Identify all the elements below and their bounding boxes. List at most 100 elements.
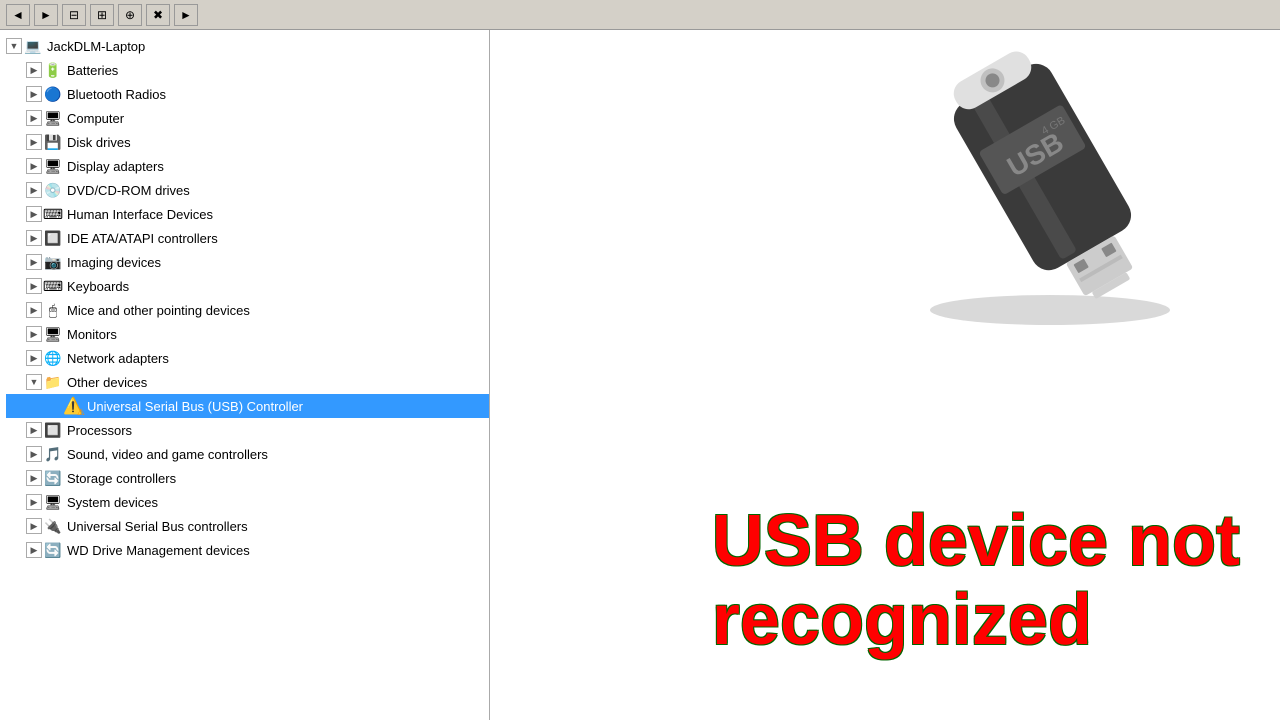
tree-item-network[interactable]: ▶ 🌐 Network adapters <box>6 346 489 370</box>
tree-item-dvd[interactable]: ▶ 💿 DVD/CD-ROM drives <box>6 178 489 202</box>
usb-no-expand <box>46 398 62 414</box>
expand-button[interactable]: ⊞ <box>90 4 114 26</box>
tree-item-processors[interactable]: ▶ 🔲 Processors <box>6 418 489 442</box>
keyboards-label: Keyboards <box>67 279 129 294</box>
dvd-icon: 💿 <box>43 180 63 200</box>
ide-label: IDE ATA/ATAPI controllers <box>67 231 218 246</box>
other-icon: 📁 <box>43 372 63 392</box>
dvd-expand[interactable]: ▶ <box>26 182 42 198</box>
tree-item-batteries[interactable]: ▶ 🔋 Batteries <box>6 58 489 82</box>
system-expand[interactable]: ▶ <box>26 494 42 510</box>
tree-item-ide[interactable]: ▶ 🔲 IDE ATA/ATAPI controllers <box>6 226 489 250</box>
bluetooth-icon: 🔵 <box>43 84 63 104</box>
mice-icon: 🖱 <box>43 300 63 320</box>
hid-icon: ⌨ <box>43 204 63 224</box>
tree-item-mice[interactable]: ▶ 🖱 Mice and other pointing devices <box>6 298 489 322</box>
monitors-expand[interactable]: ▶ <box>26 326 42 342</box>
imaging-label: Imaging devices <box>67 255 161 270</box>
network-expand[interactable]: ▶ <box>26 350 42 366</box>
sound-icon: 🎵 <box>43 444 63 464</box>
computer-icon2: 🖥 <box>43 108 63 128</box>
processors-label: Processors <box>67 423 132 438</box>
hid-expand[interactable]: ▶ <box>26 206 42 222</box>
tree-root-item[interactable]: ▼ 💻 JackDLM-Laptop <box>6 34 489 58</box>
usb-expand[interactable]: ▶ <box>26 518 42 534</box>
displayadapters-expand[interactable]: ▶ <box>26 158 42 174</box>
sound-expand[interactable]: ▶ <box>26 446 42 462</box>
main-content: ▼ 💻 JackDLM-Laptop ▶ 🔋 Batteries ▶ 🔵 Blu… <box>0 30 1280 720</box>
monitors-icon: 🖥 <box>43 324 63 344</box>
batteries-label: Batteries <box>67 63 118 78</box>
wd-icon: 🔄 <box>43 540 63 560</box>
usb-icon: 🔌 <box>43 516 63 536</box>
storage-expand[interactable]: ▶ <box>26 470 42 486</box>
root-children: ▶ 🔋 Batteries ▶ 🔵 Bluetooth Radios ▶ 🖥 C… <box>6 58 489 562</box>
imaging-icon: 📷 <box>43 252 63 272</box>
tree-item-sound[interactable]: ▶ 🎵 Sound, video and game controllers <box>6 442 489 466</box>
usb-controller-label: Universal Serial Bus (USB) Controller <box>87 399 303 414</box>
tree-item-imaging[interactable]: ▶ 📷 Imaging devices <box>6 250 489 274</box>
tree-item-system[interactable]: ▶ 🖥 System devices <box>6 490 489 514</box>
wd-label: WD Drive Management devices <box>67 543 250 558</box>
diskdrives-label: Disk drives <box>67 135 131 150</box>
usb-warning-icon: ⚠️ <box>63 396 83 416</box>
back-button[interactable]: ◄ <box>6 4 30 26</box>
network-label: Network adapters <box>67 351 169 366</box>
tree-item-wd[interactable]: ▶ 🔄 WD Drive Management devices <box>6 538 489 562</box>
tree-item-keyboards[interactable]: ▶ ⌨ Keyboards <box>6 274 489 298</box>
device-tree-panel[interactable]: ▼ 💻 JackDLM-Laptop ▶ 🔋 Batteries ▶ 🔵 Blu… <box>0 30 490 720</box>
bluetooth-label: Bluetooth Radios <box>67 87 166 102</box>
wd-expand[interactable]: ▶ <box>26 542 42 558</box>
diskdrives-icon: 💾 <box>43 132 63 152</box>
tree-item-diskdrives[interactable]: ▶ 💾 Disk drives <box>6 130 489 154</box>
network-icon: 🌐 <box>43 348 63 368</box>
update-button[interactable]: ► <box>174 4 198 26</box>
tree-item-bluetooth[interactable]: ▶ 🔵 Bluetooth Radios <box>6 82 489 106</box>
tree-item-usb[interactable]: ▶ 🔌 Universal Serial Bus controllers <box>6 514 489 538</box>
displayadapters-icon: 🖥 <box>43 156 63 176</box>
usb-drive-image: USB 4 GB <box>880 50 1220 330</box>
dvd-label: DVD/CD-ROM drives <box>67 183 190 198</box>
storage-label: Storage controllers <box>67 471 176 486</box>
batteries-icon: 🔋 <box>43 60 63 80</box>
tree-item-other[interactable]: ▼ 📁 Other devices <box>6 370 489 394</box>
tree-item-computer[interactable]: ▶ 🖥 Computer <box>6 106 489 130</box>
processors-expand[interactable]: ▶ <box>26 422 42 438</box>
batteries-expand[interactable]: ▶ <box>26 62 42 78</box>
ide-expand[interactable]: ▶ <box>26 230 42 246</box>
mice-expand[interactable]: ▶ <box>26 302 42 318</box>
diskdrives-expand[interactable]: ▶ <box>26 134 42 150</box>
ide-icon: 🔲 <box>43 228 63 248</box>
other-expand[interactable]: ▼ <box>26 374 42 390</box>
hid-label: Human Interface Devices <box>67 207 213 222</box>
computer-expand[interactable]: ▶ <box>26 110 42 126</box>
uninstall-button[interactable]: ✖ <box>146 4 170 26</box>
right-panel: USB 4 GB <box>490 30 1280 720</box>
storage-icon: 🔄 <box>43 468 63 488</box>
properties-button[interactable]: ⊕ <box>118 4 142 26</box>
usb-label: Universal Serial Bus controllers <box>67 519 248 534</box>
computer-label: Computer <box>67 111 124 126</box>
other-label: Other devices <box>67 375 147 390</box>
toolbar: ◄ ► ⊟ ⊞ ⊕ ✖ ► <box>0 0 1280 30</box>
tree-item-storage[interactable]: ▶ 🔄 Storage controllers <box>6 466 489 490</box>
usb-message-line1: USB device not <box>712 502 1240 581</box>
system-label: System devices <box>67 495 158 510</box>
computer-icon: 💻 <box>23 36 43 56</box>
forward-button[interactable]: ► <box>34 4 58 26</box>
tree-item-monitors[interactable]: ▶ 🖥 Monitors <box>6 322 489 346</box>
tree-item-usb-controller[interactable]: ⚠️ Universal Serial Bus (USB) Controller <box>6 394 489 418</box>
imaging-expand[interactable]: ▶ <box>26 254 42 270</box>
mice-label: Mice and other pointing devices <box>67 303 250 318</box>
monitors-label: Monitors <box>67 327 117 342</box>
tree-item-hid[interactable]: ▶ ⌨ Human Interface Devices <box>6 202 489 226</box>
system-icon: 🖥 <box>43 492 63 512</box>
tree-item-displayadapters[interactable]: ▶ 🖥 Display adapters <box>6 154 489 178</box>
bluetooth-expand[interactable]: ▶ <box>26 86 42 102</box>
collapse-button[interactable]: ⊟ <box>62 4 86 26</box>
root-expand-btn[interactable]: ▼ <box>6 38 22 54</box>
usb-error-message: USB device not recognized <box>712 502 1240 660</box>
displayadapters-label: Display adapters <box>67 159 164 174</box>
keyboards-icon: ⌨ <box>43 276 63 296</box>
keyboards-expand[interactable]: ▶ <box>26 278 42 294</box>
